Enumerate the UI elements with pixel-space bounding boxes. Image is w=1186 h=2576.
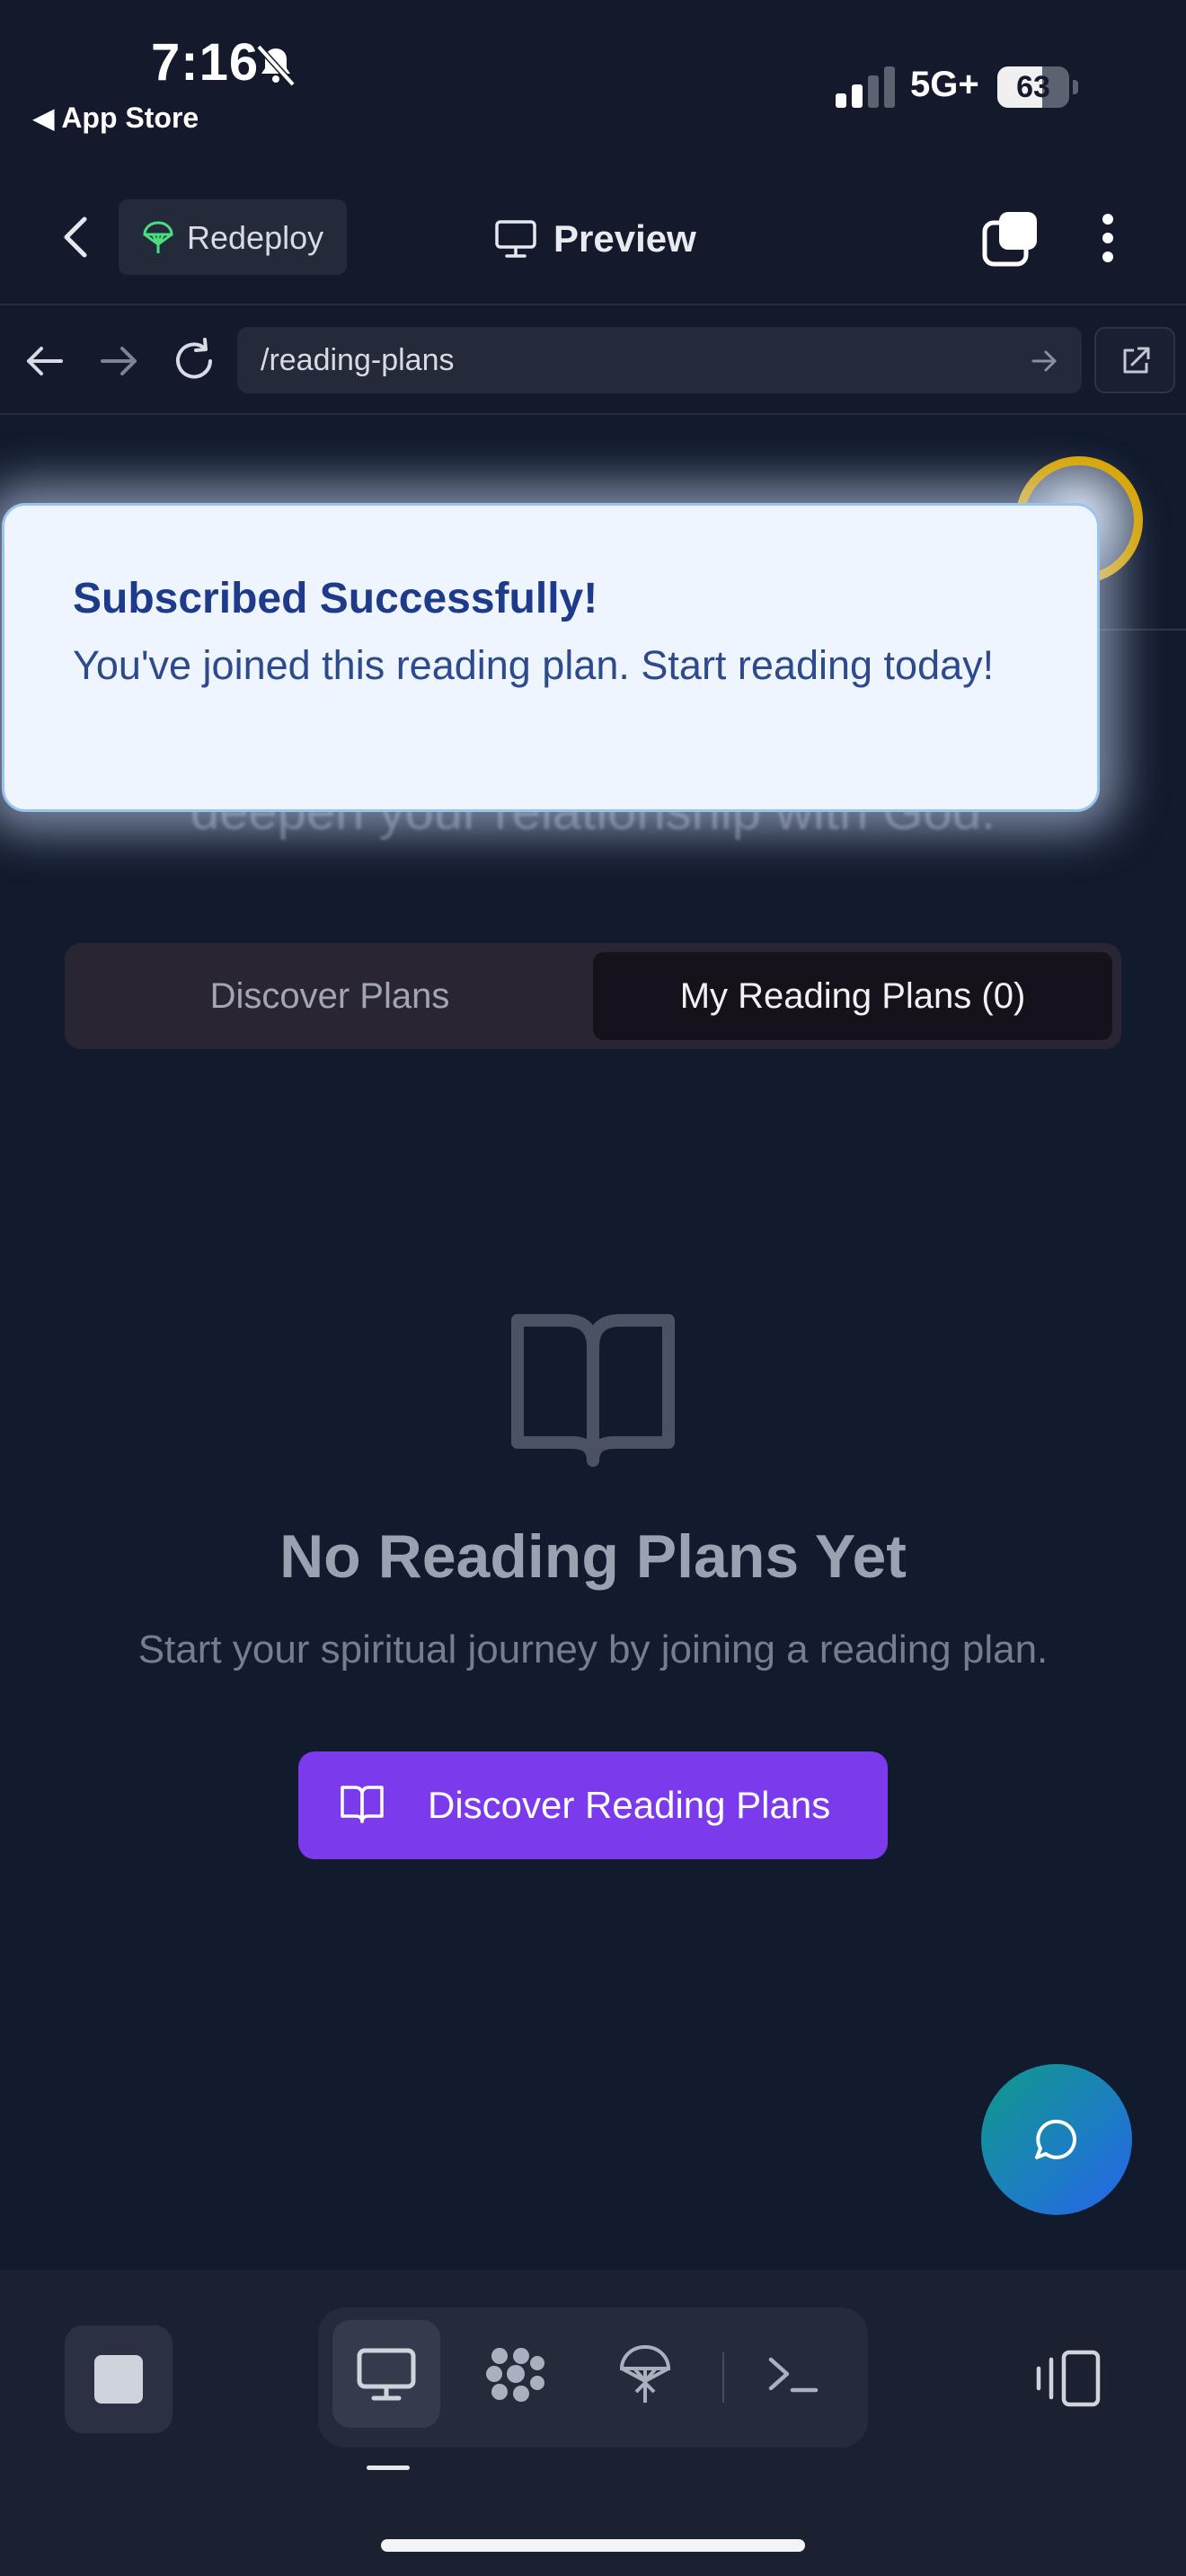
tool-separator <box>722 2352 724 2403</box>
side-panel-icon[interactable] <box>1033 2347 1102 2410</box>
tool-switcher <box>318 2307 868 2448</box>
browser-url-bar <box>0 305 1186 415</box>
battery-level: 63 <box>1016 70 1050 104</box>
network-type: 5G+ <box>910 65 979 104</box>
tabs-icon[interactable] <box>979 207 1042 269</box>
back-chevron-icon[interactable] <box>50 210 104 264</box>
toast-title: Subscribed Successfully! <box>73 575 598 622</box>
bell-muted-icon <box>256 44 296 87</box>
preview-label: Preview <box>553 217 696 260</box>
more-options-icon[interactable] <box>1085 207 1130 269</box>
tool-agents[interactable] <box>462 2320 570 2428</box>
chat-bubble-icon <box>1035 2119 1076 2159</box>
terminal-icon <box>768 2357 819 2393</box>
redeploy-label: Redeploy <box>187 219 324 256</box>
url-input[interactable] <box>261 327 997 393</box>
bottom-toolbar <box>0 2270 1186 2576</box>
deploy-icon <box>619 2344 671 2403</box>
cellular-signal-icon <box>836 66 895 108</box>
stop-icon <box>94 2355 143 2404</box>
redeploy-icon <box>143 221 173 253</box>
discover-reading-plans-button[interactable]: Discover Reading Plans <box>298 1751 888 1859</box>
tool-deploy[interactable] <box>591 2320 699 2428</box>
success-toast[interactable]: Subscribed Successfully! You've joined t… <box>2 503 1100 812</box>
plans-tab-bar: Discover Plans My Reading Plans (0) <box>65 943 1121 1049</box>
browser-back-icon[interactable] <box>20 336 70 386</box>
tab-my-reading-plans[interactable]: My Reading Plans (0) <box>593 952 1112 1040</box>
open-book-icon <box>511 1314 675 1467</box>
home-indicator <box>381 2539 805 2552</box>
external-link-icon <box>1123 347 1150 374</box>
monitor-icon <box>495 220 536 258</box>
monitor-icon <box>357 2348 416 2401</box>
battery-icon: 63 <box>997 66 1078 108</box>
toast-description: You've joined this reading plan. Start r… <box>73 642 995 688</box>
open-external-button[interactable] <box>1094 327 1175 393</box>
back-to-app-link[interactable]: ◀ App Store <box>32 101 199 135</box>
redeploy-button[interactable]: Redeploy <box>119 199 347 275</box>
tool-terminal[interactable] <box>740 2320 848 2428</box>
agents-icon <box>486 2348 544 2402</box>
active-tool-indicator <box>367 2466 410 2470</box>
status-time: 7:16 <box>151 33 260 92</box>
go-arrow-icon[interactable] <box>1028 345 1060 377</box>
empty-state-description: Start your spiritual journey by joining … <box>137 1628 1049 1672</box>
tool-preview[interactable] <box>332 2320 440 2428</box>
browser-forward-icon[interactable] <box>93 336 144 386</box>
status-bar: 7:16 ◀ App Store 5G+ 63 <box>0 0 1186 171</box>
app-header: Redeploy Preview <box>0 171 1186 305</box>
empty-state-title: No Reading Plans Yet <box>279 1522 907 1591</box>
chat-button[interactable] <box>981 2064 1132 2215</box>
url-field[interactable] <box>237 327 1082 393</box>
tab-discover-plans[interactable]: Discover Plans <box>74 952 586 1040</box>
discover-button-label: Discover Reading Plans <box>428 1784 831 1826</box>
reload-icon[interactable] <box>169 336 219 386</box>
book-icon <box>341 1786 384 1823</box>
stop-button[interactable] <box>65 2325 173 2433</box>
